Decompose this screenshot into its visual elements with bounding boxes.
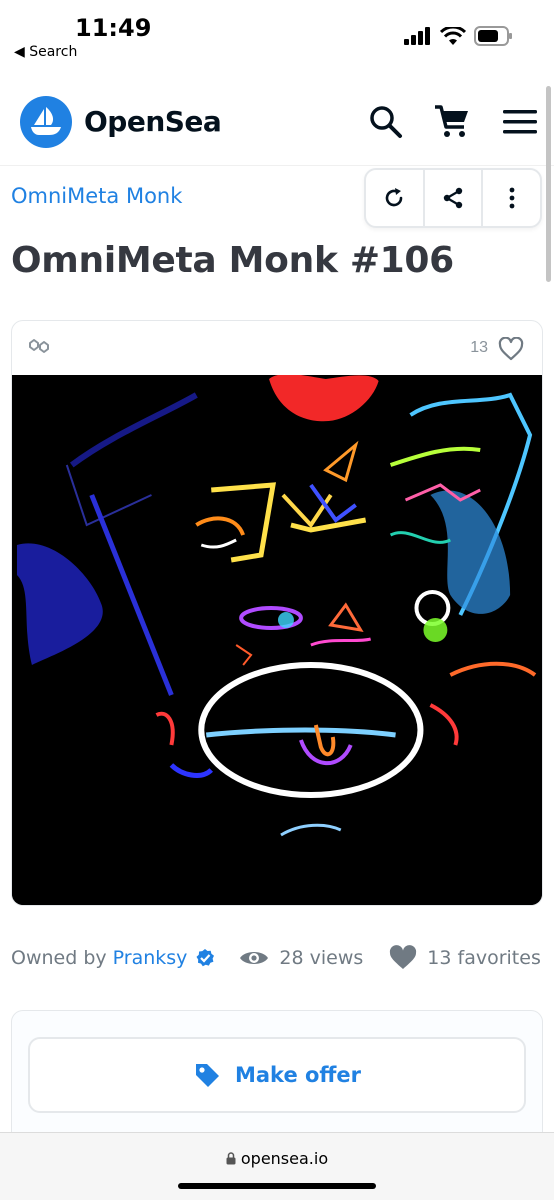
- favorite-count: 13: [470, 339, 488, 356]
- menu-icon: [503, 110, 537, 134]
- owner-link[interactable]: Pranksy: [113, 947, 188, 969]
- offer-panel: Make offer: [11, 1010, 543, 1150]
- home-indicator[interactable]: [178, 1183, 376, 1189]
- cart-button[interactable]: [430, 100, 474, 144]
- asset-title: OmniMeta Monk #106: [11, 240, 454, 281]
- browser-url-bar[interactable]: opensea.io: [0, 1132, 554, 1200]
- make-offer-label: Make offer: [234, 1063, 362, 1087]
- tag-icon: [195, 1064, 219, 1087]
- eye-icon: [240, 952, 269, 964]
- views-count: 28 views: [279, 947, 364, 969]
- more-options-button[interactable]: [483, 170, 540, 226]
- nft-artwork[interactable]: [12, 374, 542, 905]
- url-display[interactable]: opensea.io: [0, 1149, 554, 1168]
- site-header: OpenSea: [0, 80, 554, 166]
- status-time: 11:49: [75, 14, 152, 42]
- collection-link[interactable]: OmniMeta Monk: [11, 184, 182, 208]
- lock-icon: [226, 1152, 236, 1165]
- polygon-chain-icon: [29, 339, 49, 353]
- refresh-icon: [386, 188, 403, 207]
- status-icons: [404, 26, 514, 46]
- brand-name[interactable]: OpenSea: [84, 105, 222, 138]
- battery-icon: [474, 26, 512, 46]
- wifi-icon: [440, 26, 466, 45]
- search-icon: [370, 106, 402, 138]
- cart-icon: [435, 105, 468, 137]
- nft-artwork-image: [12, 374, 542, 905]
- opensea-logo[interactable]: [20, 96, 72, 148]
- make-offer-button[interactable]: Make offer: [28, 1037, 526, 1113]
- heart-icon[interactable]: [498, 337, 524, 361]
- back-to-search-link[interactable]: ◀ Search: [14, 44, 77, 60]
- asset-meta-row: Owned by Pranksy 28 views 13 favorites: [11, 945, 541, 971]
- heart-filled-icon: [390, 945, 417, 969]
- status-bar: 11:49 ◀ Search: [0, 0, 554, 70]
- asset-media-card: 13: [11, 320, 543, 906]
- share-icon: [443, 187, 463, 209]
- menu-button[interactable]: [498, 100, 542, 144]
- refresh-button[interactable]: [366, 170, 425, 226]
- favorites-count: 13 favorites: [427, 947, 541, 969]
- views-stat: 28 views: [239, 947, 363, 969]
- more-icon: [509, 187, 515, 209]
- url-text: opensea.io: [240, 1149, 329, 1168]
- asset-action-group: [364, 168, 542, 228]
- page-scrollbar[interactable]: [546, 86, 551, 282]
- owner-prefix: Owned by: [11, 947, 107, 969]
- media-card-header: 13: [12, 321, 542, 375]
- signal-icon: [404, 27, 430, 45]
- favorites-stat: 13 favorites: [389, 945, 541, 971]
- search-button[interactable]: [364, 100, 408, 144]
- verified-icon: [196, 949, 215, 967]
- ship-icon: [31, 107, 61, 135]
- share-button[interactable]: [425, 170, 484, 226]
